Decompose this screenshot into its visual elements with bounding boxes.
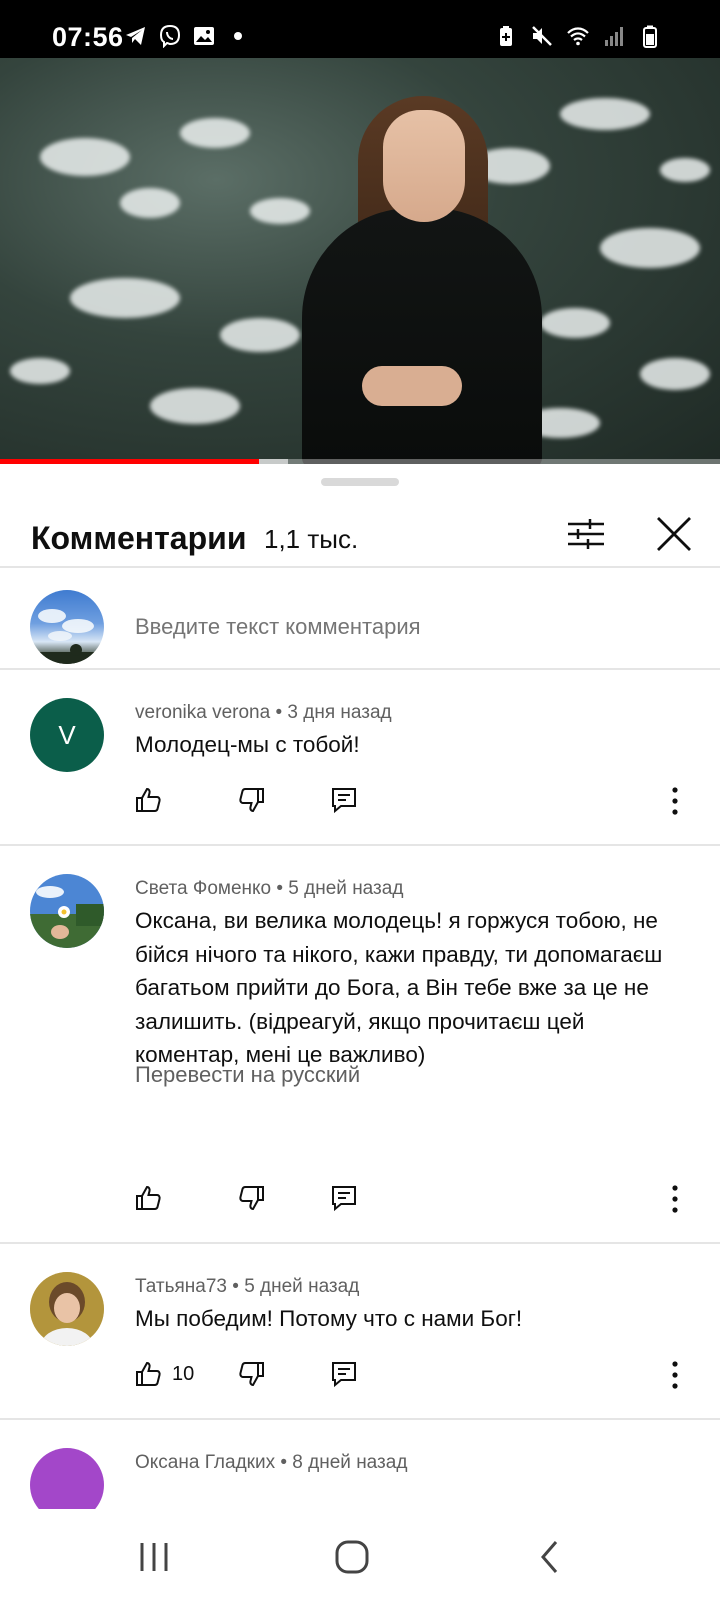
comment-author-avatar[interactable]: V xyxy=(30,698,104,772)
comment-compose[interactable] xyxy=(0,576,720,678)
telegram-icon xyxy=(126,27,145,45)
comments-count: 1,1 тыс. xyxy=(264,524,359,554)
comment-text: Мы победим! Потому что с нами Бог! xyxy=(135,1306,523,1331)
comment-meta: Оксана Гладких • 8 дней назад xyxy=(135,1452,408,1473)
reply-icon xyxy=(332,1186,356,1212)
comments-title: Комментарии xyxy=(31,520,247,556)
like-count: 10 xyxy=(172,1362,195,1385)
comment-meta: Татьяна73 • 5 дней назад xyxy=(135,1276,360,1297)
comment-item: Света Фоменко • 5 дней назад Оксана, ви … xyxy=(0,846,720,1242)
presenter-face xyxy=(383,110,465,222)
comment-actions xyxy=(0,780,720,820)
user-avatar xyxy=(30,590,104,664)
more-options-icon[interactable] xyxy=(670,786,680,816)
close-icon[interactable] xyxy=(652,512,696,556)
reply-icon xyxy=(332,788,356,814)
comment-text: Молодец-мы с тобой! xyxy=(135,732,360,757)
dislike-button[interactable] xyxy=(238,1178,266,1218)
comment-meta: Света Фоменко • 5 дней назад xyxy=(135,878,404,899)
battery-saver-icon xyxy=(500,26,512,46)
video-player[interactable] xyxy=(0,58,720,464)
clock: 07:56 xyxy=(52,22,124,52)
signal-icon xyxy=(605,27,623,46)
thumbs-down-icon xyxy=(239,1186,264,1211)
reply-icon xyxy=(332,1362,356,1388)
reply-button[interactable] xyxy=(330,1178,358,1218)
battery-icon xyxy=(643,25,657,48)
thumbs-down-icon xyxy=(239,1362,264,1387)
thumbs-up-icon xyxy=(136,1361,161,1386)
comment-author-avatar[interactable] xyxy=(30,1448,104,1509)
comment-item: V veronika verona • 3 дня назад Молодец-… xyxy=(0,670,720,846)
gallery-icon xyxy=(194,27,214,45)
comment-actions xyxy=(0,1178,720,1218)
reply-button[interactable] xyxy=(330,780,358,820)
comments-header: Комментарии 1,1 тыс. xyxy=(0,500,720,574)
back-icon[interactable] xyxy=(530,1537,570,1577)
wifi-icon xyxy=(567,27,589,46)
presenter xyxy=(302,208,542,464)
reply-button[interactable] xyxy=(330,1354,358,1394)
avatar-letter: V xyxy=(58,719,76,750)
drag-handle[interactable] xyxy=(321,478,399,486)
comments-sheet: Комментарии 1,1 тыс. V veronika ver xyxy=(0,464,720,1509)
mute-icon xyxy=(532,26,552,46)
status-bar: 07:56 xyxy=(0,0,720,58)
viber-icon xyxy=(159,24,181,48)
home-icon[interactable] xyxy=(332,1537,372,1577)
thumbs-down-icon xyxy=(239,788,264,813)
comment-actions: 10 xyxy=(0,1354,720,1394)
notification-dot-icon xyxy=(234,32,242,40)
divider xyxy=(0,566,720,568)
more-options-icon[interactable] xyxy=(670,1184,680,1214)
dislike-button[interactable] xyxy=(238,780,266,820)
like-button[interactable] xyxy=(134,1178,172,1218)
comment-item: Оксана Гладких • 8 дней назад xyxy=(0,1420,720,1509)
like-button[interactable] xyxy=(134,780,172,820)
presenter-hands xyxy=(362,366,462,406)
like-button[interactable]: 10 xyxy=(134,1354,194,1394)
comment-text: Оксана, ви велика молодець! я горжуся то… xyxy=(135,908,663,1067)
comment-author-avatar[interactable] xyxy=(30,1272,104,1346)
comment-author-avatar[interactable] xyxy=(30,874,104,948)
system-nav-bar xyxy=(0,1509,720,1600)
dislike-button[interactable] xyxy=(238,1354,266,1394)
translate-link[interactable]: Перевести на русский xyxy=(135,1062,360,1088)
thumbs-up-icon xyxy=(136,1185,161,1210)
more-options-icon[interactable] xyxy=(670,1360,680,1390)
sort-filter-icon[interactable] xyxy=(566,514,606,554)
comment-input[interactable] xyxy=(135,614,655,640)
thumbs-up-icon xyxy=(136,787,161,812)
comment-item: Татьяна73 • 5 дней назад Мы победим! Пот… xyxy=(0,1244,720,1420)
comment-meta: veronika verona • 3 дня назад xyxy=(135,702,392,723)
recent-apps-icon[interactable] xyxy=(134,1537,174,1577)
